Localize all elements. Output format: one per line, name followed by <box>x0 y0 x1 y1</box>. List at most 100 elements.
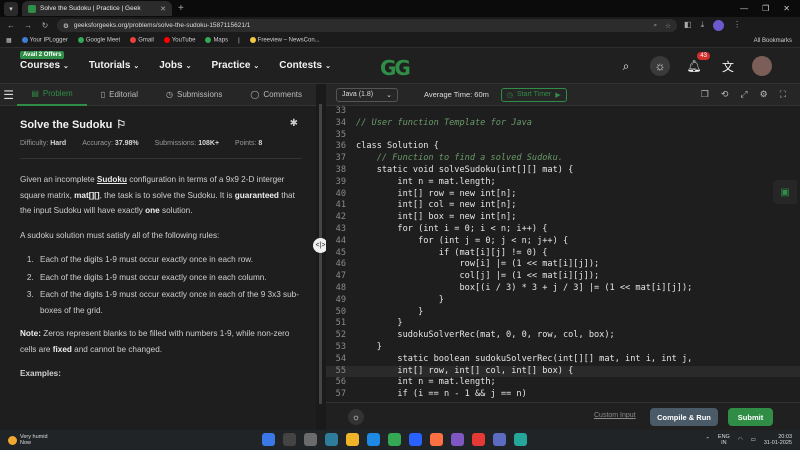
file-explorer-icon[interactable] <box>346 433 359 446</box>
code-line[interactable]: 38 static void solveSudoku(int[][] mat) … <box>326 165 800 177</box>
tray-up-icon[interactable]: ⌃ <box>705 437 710 443</box>
theme-toggle-icon[interactable]: ☼ <box>650 56 670 76</box>
menu-contests[interactable]: Contests ⌄ <box>279 60 331 71</box>
star-icon[interactable]: ☆ <box>665 22 671 30</box>
zoom-icon[interactable]: ⌕ <box>654 22 658 30</box>
language-select[interactable]: Java (1.8) ⌄ <box>336 87 398 102</box>
browser-tab[interactable]: Solve the Sudoku | Practice | Geek ✕ <box>22 1 172 16</box>
code-line[interactable]: 55 int[] row, int[] col, int[] box) { <box>326 365 800 378</box>
weather-widget[interactable]: Very humid Now <box>8 434 48 446</box>
reset-icon[interactable]: ⟲ <box>721 89 729 100</box>
close-tab-icon[interactable]: ✕ <box>160 5 166 13</box>
all-bookmarks[interactable]: All Bookmarks <box>754 38 792 44</box>
start-timer-button[interactable]: ◷ Start Timer ▶ <box>500 87 567 102</box>
submit-button[interactable]: Submit <box>728 408 773 426</box>
download-icon[interactable]: ⤓ <box>701 20 705 31</box>
bookmark-item[interactable]: YouTube <box>163 37 195 44</box>
url-input[interactable]: ⚙ geeksforgeeks.org/problems/solve-the-s… <box>57 19 677 32</box>
back-icon[interactable]: ← <box>6 21 16 30</box>
panel-splitter[interactable]: <|> <box>313 84 328 430</box>
bookmark-icon[interactable]: ⚐ <box>116 118 126 131</box>
extensions-icon[interactable]: ◧ <box>684 20 692 31</box>
bookmark-item[interactable]: Maps <box>205 37 228 44</box>
code-line[interactable]: 56 int n = mat.length; <box>326 377 800 389</box>
menu-icon[interactable]: ⋮ <box>733 20 741 31</box>
code-line[interactable]: 57 if (i == n - 1 && j == n) <box>326 389 800 401</box>
code-line[interactable]: 42 int[] box = new int[n]; <box>326 212 800 224</box>
code-line[interactable]: 44 for (int j = 0; j < n; j++) { <box>326 236 800 248</box>
user-avatar[interactable] <box>752 56 772 76</box>
code-line[interactable]: 33 <box>326 106 800 118</box>
app-icon[interactable] <box>451 433 464 446</box>
close-window-icon[interactable]: ✕ <box>783 4 790 13</box>
code-line[interactable]: 41 int[] col = new int[n]; <box>326 200 800 212</box>
code-line[interactable]: 52 sudokuSolverRec(mat, 0, 0, row, col, … <box>326 330 800 342</box>
profile-avatar[interactable] <box>713 20 725 31</box>
apps-icon[interactable]: ▦ <box>6 37 12 44</box>
report-bug-icon[interactable]: ✱ <box>290 118 298 129</box>
code-line[interactable]: 34 // User function Template for Java <box>326 118 800 130</box>
new-tab-button[interactable]: + <box>178 3 184 14</box>
fullscreen-icon[interactable]: ⤢ <box>740 89 747 100</box>
code-line[interactable]: 50 } <box>326 307 800 319</box>
menu-jobs[interactable]: Jobs ⌄ <box>159 60 191 71</box>
code-line[interactable]: 36 class Solution { <box>326 141 800 153</box>
maximize-icon[interactable]: ❐ <box>762 4 769 13</box>
hamburger-icon[interactable]: ☰ <box>0 88 17 102</box>
code-line[interactable]: 46 row[i] |= (1 << mat[i][j]); <box>326 259 800 271</box>
copy-icon[interactable]: ❐ <box>701 89 709 100</box>
bookmark-item[interactable]: Gmail <box>130 37 154 44</box>
language-indicator[interactable]: ENG IN <box>718 434 730 447</box>
site-info-icon[interactable]: ⚙ <box>63 22 69 30</box>
code-line[interactable]: 51 } <box>326 318 800 330</box>
edge-icon[interactable] <box>367 433 380 446</box>
code-line[interactable]: 39 int n = mat.length; <box>326 177 800 189</box>
tab-list-button[interactable]: ▾ <box>4 1 18 16</box>
bookmark-item[interactable]: Freeview – NewsCon... <box>249 37 320 44</box>
theme-icon[interactable]: ☼ <box>348 409 364 425</box>
app-icon[interactable] <box>493 433 506 446</box>
forward-icon[interactable]: → <box>23 21 33 30</box>
offer-badge[interactable]: Avail 2 Offers <box>20 51 65 59</box>
code-line[interactable]: 48 box[(i / 3) * 3 + j / 3] |= (1 << mat… <box>326 283 800 295</box>
translate-icon[interactable]: 文 <box>718 56 738 76</box>
custom-input-link[interactable]: Custom Input <box>594 412 636 419</box>
code-line[interactable]: 49 } <box>326 295 800 307</box>
vscode-icon[interactable] <box>409 433 422 446</box>
tab-comments[interactable]: ◯ Comments <box>236 84 316 106</box>
widgets-icon[interactable] <box>325 433 338 446</box>
reload-icon[interactable]: ↻ <box>40 21 50 30</box>
compile-run-button[interactable]: Compile & Run <box>650 408 718 426</box>
code-line[interactable]: 35 <box>326 130 800 142</box>
code-line[interactable]: 37 // Function to find a solved Sudoku. <box>326 153 800 165</box>
search-icon[interactable]: ⌕ <box>616 56 636 76</box>
menu-practice[interactable]: Practice ⌄ <box>211 60 259 71</box>
bookmark-item[interactable]: Your IPLogger <box>21 37 68 44</box>
clock[interactable]: 20:03 31-01-2025 <box>764 434 792 447</box>
battery-icon[interactable]: ▭ <box>751 437 756 443</box>
gfg-logo[interactable]: GG <box>380 56 411 80</box>
chat-float-icon[interactable]: ▣ <box>773 180 797 204</box>
code-line[interactable]: 53 } <box>326 342 800 354</box>
expand-icon[interactable]: ⛶ <box>780 89 786 100</box>
chrome-icon[interactable] <box>388 433 401 446</box>
code-line[interactable]: 45 if (mat[i][j] != 0) { <box>326 248 800 260</box>
menu-tutorials[interactable]: Tutorials ⌄ <box>89 60 139 71</box>
tab-editorial[interactable]: ▯ Editorial <box>87 84 152 106</box>
notification-bell-icon[interactable]: 🔔︎ 43 <box>684 52 710 76</box>
settings-icon[interactable]: ⚙ <box>760 89 768 100</box>
start-icon[interactable] <box>262 433 275 446</box>
code-line[interactable]: 47 col[j] |= (1 << mat[i][j]); <box>326 271 800 283</box>
task-view-icon[interactable] <box>304 433 317 446</box>
bookmark-item[interactable]: Google Meet <box>77 37 120 44</box>
app-icon[interactable] <box>514 433 527 446</box>
tab-submissions[interactable]: ◷ Submissions <box>152 84 236 106</box>
menu-courses[interactable]: Courses ⌄ <box>20 60 69 71</box>
tab-problem[interactable]: ▤ Problem <box>17 84 87 106</box>
search-taskbar-icon[interactable] <box>283 433 296 446</box>
code-line[interactable]: 54 static boolean sudokuSolverRec(int[][… <box>326 354 800 366</box>
sudoku-link[interactable]: Sudoku <box>97 175 127 184</box>
wifi-icon[interactable]: ◠ <box>738 437 743 443</box>
code-line[interactable]: 40 int[] row = new int[n]; <box>326 189 800 201</box>
code-area[interactable]: 33 34 // User function Template for Java 35… <box>326 106 800 402</box>
